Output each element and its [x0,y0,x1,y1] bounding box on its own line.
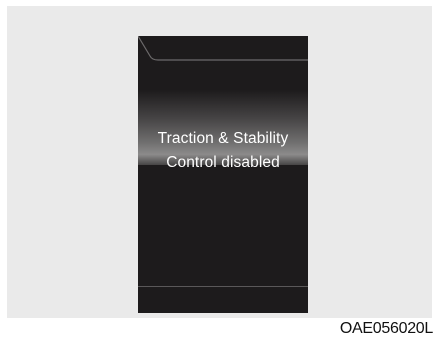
display-bottom-divider [138,286,308,287]
figure-code: OAE056020L [339,320,433,337]
display-top-frame [138,36,308,61]
cluster-display: Traction & Stability Control disabled [138,36,308,313]
warning-message-line-1: Traction & Stability [157,130,289,147]
warning-message-line-2: Control disabled [166,154,280,171]
warning-message-band: Traction & Stability Control disabled [138,90,308,171]
